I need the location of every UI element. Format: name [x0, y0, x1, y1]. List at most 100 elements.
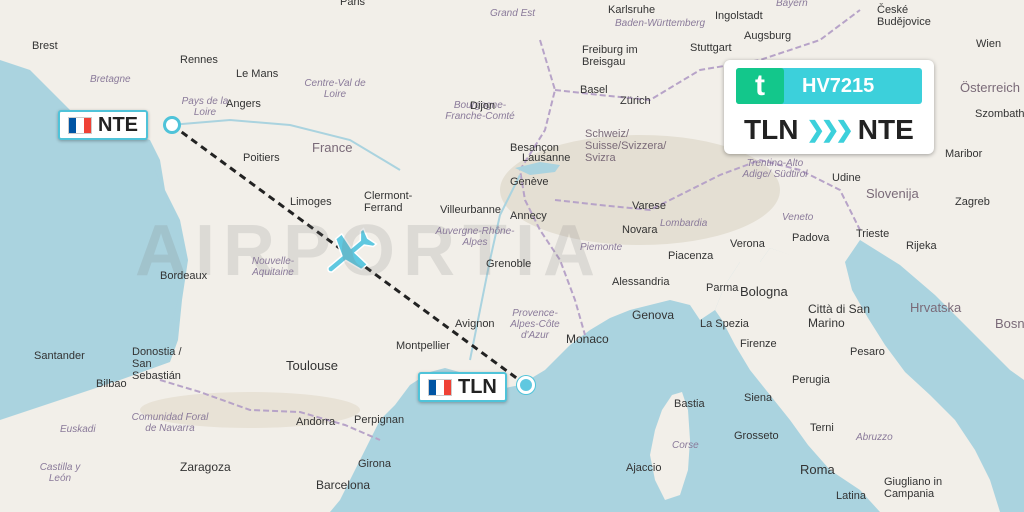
label-bilbao: Bilbao — [96, 378, 127, 390]
label-parma: Parma — [706, 282, 739, 294]
label-montpellier: Montpellier — [396, 340, 450, 352]
france-flag-icon — [428, 378, 452, 396]
label-nouvelle-aquitaine: Nouvelle-Aquitaine — [251, 256, 295, 278]
label-szombathely: Szombathe — [975, 108, 1024, 120]
label-padova: Padova — [792, 232, 830, 244]
label-wien: Wien — [976, 38, 1002, 50]
label-santander: Santander — [34, 350, 85, 362]
label-bordeaux: Bordeaux — [160, 270, 208, 282]
label-corse: Corse — [672, 440, 699, 451]
label-zagreb: Zagreb — [955, 196, 990, 208]
label-le-mans: Le Mans — [236, 68, 279, 80]
label-alessandria: Alessandria — [612, 276, 670, 288]
label-piemonte: Piemonte — [580, 242, 623, 253]
label-france: France — [312, 140, 353, 155]
label-baden: Baden-Württemberg — [615, 18, 706, 29]
label-centre: Centre-Val de Loire — [304, 78, 366, 100]
label-bologna: Bologna — [740, 284, 788, 299]
label-hrvatska: Hrvatska — [910, 300, 962, 315]
label-abruzzo: Abruzzo — [856, 432, 893, 443]
label-provence: Provence-Alpes-Côte d'Azur — [510, 308, 560, 341]
label-rijeka: Rijeka — [906, 240, 937, 252]
label-donostia: Donostia / San Sebastián — [132, 346, 182, 382]
label-trieste: Trieste — [856, 228, 890, 240]
origin-airport-marker[interactable] — [517, 376, 535, 394]
label-terni: Terni — [810, 422, 834, 434]
label-trentino: Trentino-Alto Adige/ Südtirol — [742, 158, 808, 180]
label-castilla: Castilla y León — [39, 462, 81, 484]
label-euskadi: Euskadi — [60, 424, 96, 435]
label-citta: Città di San Marino — [808, 302, 871, 330]
label-angers: Angers — [226, 98, 261, 110]
label-karlsruhe: Karlsruhe — [608, 4, 656, 16]
label-latina: Latina — [836, 490, 866, 502]
label-pesaro: Pesaro — [850, 346, 885, 358]
label-villeurbanne: Villeurbanne — [440, 204, 501, 216]
label-annecy: Annecy — [510, 210, 547, 222]
label-poitiers: Poitiers — [243, 152, 280, 164]
label-monaco: Monaco — [566, 332, 609, 346]
label-novara: Novara — [622, 224, 658, 236]
label-perugia: Perugia — [792, 374, 830, 386]
airline-logo-icon: t — [736, 68, 784, 104]
label-andorra: Andorra — [296, 416, 336, 428]
label-limoges: Limoges — [290, 196, 332, 208]
label-osterreich: Österreich — [960, 80, 1020, 95]
label-varese: Varese — [632, 200, 667, 212]
label-firenze: Firenze — [740, 338, 777, 350]
label-lombardia: Lombardia — [660, 218, 708, 229]
label-ingolstadt: Ingolstadt — [715, 10, 763, 22]
label-lausanne: Lausanne — [522, 152, 571, 164]
origin-code: TLN — [458, 375, 497, 398]
france-flag-icon — [68, 116, 92, 134]
label-barcelona: Barcelona — [316, 478, 371, 492]
label-augsburg: Augsburg — [744, 30, 792, 42]
label-basel: Basel — [580, 84, 608, 96]
flight-number: HV7215 — [802, 75, 875, 97]
label-stuttgart: Stuttgart — [690, 42, 732, 54]
label-toulouse: Toulouse — [286, 358, 339, 373]
label-grand-est: Grand Est — [490, 8, 536, 19]
route-origin: TLN — [744, 114, 799, 145]
origin-airport-tag[interactable]: TLN — [418, 372, 507, 402]
label-bayern: Bayern — [776, 0, 808, 9]
destination-airport-tag[interactable]: NTE — [58, 110, 148, 140]
label-schweiz: Schweiz/ Suisse/Svizzera/ Svizra — [585, 128, 667, 164]
label-ajaccio: Ajaccio — [626, 462, 662, 474]
destination-airport-marker[interactable] — [163, 116, 181, 134]
label-veneto: Veneto — [782, 212, 814, 223]
label-avignon: Avignon — [455, 318, 495, 330]
chevrons-right-icon: ❯❯❯ — [806, 117, 853, 142]
label-grosseto: Grosseto — [734, 430, 779, 442]
label-giugliano: Giugliano in Campania — [884, 476, 943, 500]
label-la-spezia: La Spezia — [700, 318, 749, 330]
label-bretagne: Bretagne — [90, 74, 131, 85]
label-rennes: Rennes — [180, 54, 218, 66]
label-genova: Genova — [632, 308, 675, 322]
label-grenoble: Grenoble — [486, 258, 532, 270]
label-girona: Girona — [358, 458, 392, 470]
label-udine: Udine — [832, 172, 861, 184]
label-geneve: Genève — [510, 176, 549, 188]
destination-code: NTE — [98, 113, 138, 136]
route-destination: NTE — [857, 114, 914, 145]
label-freiburg: Freiburg im Breisgau — [582, 44, 638, 68]
label-bastia: Bastia — [674, 398, 705, 410]
label-clermont: Clermont-Ferrand — [364, 190, 413, 214]
label-auvergne: Auvergne-Rhône-Alpes — [435, 226, 515, 248]
label-brest: Brest — [32, 40, 58, 52]
label-piacenza: Piacenza — [668, 250, 714, 262]
label-ceske: České Budějovice — [877, 4, 931, 28]
label-zurich: Zürich — [620, 95, 651, 107]
label-dijon: Dijon — [470, 100, 496, 112]
label-siena: Siena — [744, 392, 773, 404]
label-paris: Paris — [340, 0, 366, 8]
label-zaragoza: Zaragoza — [180, 460, 231, 474]
label-slovenija: Slovenija — [866, 186, 919, 201]
label-maribor: Maribor — [945, 148, 983, 160]
label-verona: Verona — [730, 238, 765, 250]
flight-route: TLN ❯❯❯ NTE — [744, 114, 914, 146]
label-perpignan: Perpignan — [354, 414, 405, 426]
flight-info-card: t HV7215 TLN ❯❯❯ NTE — [724, 60, 934, 154]
label-bosna: Bosn — [995, 316, 1024, 331]
